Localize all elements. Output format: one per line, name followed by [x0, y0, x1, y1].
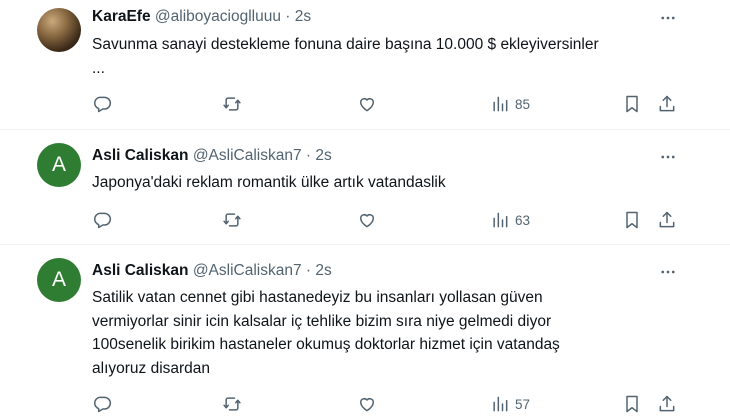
- tweet-actions: 63: [82, 205, 682, 235]
- like-icon: [360, 214, 374, 228]
- avatar[interactable]: [37, 8, 81, 52]
- share-button[interactable]: [657, 389, 677, 419]
- tweet-header: Asli Caliskan @AsliCaliskan7 · 2s: [92, 146, 332, 166]
- views-button[interactable]: 57: [490, 389, 530, 419]
- views-icon: [493, 396, 508, 412]
- reply-button[interactable]: [92, 89, 112, 119]
- avatar-letter: A: [51, 153, 66, 176]
- tweet-header: Asli Caliskan @AsliCaliskan7 · 2s: [92, 261, 332, 281]
- share-icon: [659, 95, 675, 112]
- tweet-text-line: 100senelik birikim hastaneler okumuş dok…: [92, 336, 560, 353]
- like-icon: [360, 398, 374, 412]
- like-button[interactable]: [357, 389, 377, 419]
- tweet-text-line: vermiyorlar sinir icin kalsalar iç tehli…: [92, 312, 552, 330]
- bookmark-button[interactable]: [622, 389, 642, 419]
- retweet-icon: [223, 97, 241, 111]
- tweet-text-line: Satilik vatan cennet gibi hastanedeyiz b…: [92, 289, 543, 306]
- tweet-actions: 85: [82, 89, 682, 119]
- timestamp[interactable]: 2s: [315, 147, 331, 164]
- more-icon[interactable]: [658, 147, 678, 167]
- reply-button[interactable]: [92, 205, 112, 235]
- reply-icon: [94, 96, 112, 113]
- tweet-text-line: Savunma sanayi destekleme fonuna daire b…: [92, 36, 599, 53]
- avatar-letter: A: [51, 268, 66, 291]
- avatar[interactable]: A: [37, 143, 81, 187]
- author-handle[interactable]: @aliboyacioglluuu: [155, 8, 281, 25]
- timestamp[interactable]: 2s: [295, 8, 311, 25]
- tweet[interactable]: A Asli Caliskan @AsliCaliskan7 · 2s Sati…: [0, 244, 730, 420]
- tweet-text: Savunma sanayi destekleme fonuna daire b…: [92, 33, 692, 80]
- author-handle[interactable]: @AsliCaliskan7: [193, 147, 302, 164]
- tweet-text-line: ...: [92, 59, 105, 77]
- views-icon: [493, 212, 508, 228]
- share-button[interactable]: [657, 89, 677, 119]
- tweet-actions: 57: [82, 389, 682, 419]
- separator-dot: ·: [305, 147, 312, 164]
- share-button[interactable]: [657, 205, 677, 235]
- timeline-feed: KaraEfe @aliboyacioglluuu · 2s Savunma s…: [0, 0, 730, 420]
- tweet[interactable]: A Asli Caliskan @AsliCaliskan7 · 2s Japo…: [0, 129, 730, 245]
- like-button[interactable]: [357, 89, 377, 119]
- reply-icon: [94, 396, 112, 413]
- author-name[interactable]: KaraEfe: [92, 8, 151, 25]
- avatar[interactable]: A: [37, 258, 81, 302]
- share-icon: [659, 395, 675, 412]
- author-name[interactable]: Asli Caliskan: [92, 147, 189, 164]
- more-icon[interactable]: [658, 262, 678, 282]
- reply-button[interactable]: [92, 389, 112, 419]
- tweet-text: Satilik vatan cennet gibi hastanedeyiz b…: [92, 286, 692, 380]
- author-name[interactable]: Asli Caliskan: [92, 262, 189, 279]
- reply-icon: [94, 212, 112, 229]
- separator-dot: ·: [305, 262, 312, 279]
- bookmark-button[interactable]: [622, 205, 642, 235]
- more-icon[interactable]: [658, 8, 678, 28]
- bookmark-icon: [626, 211, 638, 229]
- separator-dot: ·: [285, 8, 291, 25]
- retweet-button[interactable]: [222, 205, 242, 235]
- bookmark-button[interactable]: [622, 89, 642, 119]
- share-icon: [659, 211, 675, 228]
- retweet-icon: [223, 213, 241, 227]
- views-button[interactable]: 85: [490, 89, 530, 119]
- retweet-button[interactable]: [222, 89, 242, 119]
- tweet[interactable]: KaraEfe @aliboyacioglluuu · 2s Savunma s…: [0, 0, 730, 130]
- bookmark-icon: [626, 395, 638, 413]
- tweet-text-line: Japonya'daki reklam romantik ülke artık …: [92, 174, 446, 191]
- tweet-text-line: alıyoruz disardan: [92, 359, 211, 377]
- views-count: 57: [515, 396, 531, 412]
- tweet-text: Japonya'daki reklam romantik ülke artık …: [92, 171, 692, 195]
- views-button[interactable]: 63: [490, 205, 530, 235]
- bookmark-icon: [626, 95, 638, 113]
- author-handle[interactable]: @AsliCaliskan7: [193, 262, 302, 279]
- retweet-icon: [223, 397, 241, 411]
- views-count: 63: [515, 212, 531, 228]
- retweet-button[interactable]: [222, 389, 242, 419]
- like-icon: [360, 98, 374, 112]
- views-icon: [493, 96, 508, 112]
- views-count: 85: [515, 96, 531, 112]
- tweet-header: KaraEfe @aliboyacioglluuu · 2s: [92, 7, 311, 27]
- like-button[interactable]: [357, 205, 377, 235]
- timestamp[interactable]: 2s: [315, 262, 331, 279]
